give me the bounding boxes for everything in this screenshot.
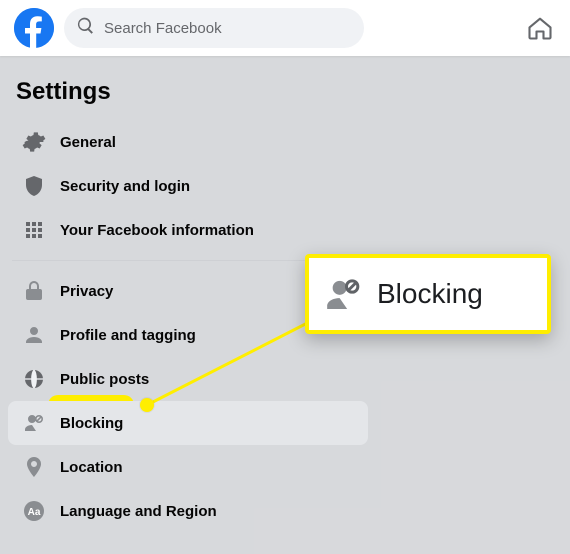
shield-icon: [16, 168, 52, 204]
facebook-logo-icon: [14, 8, 54, 48]
menu-label: Blocking: [60, 415, 123, 432]
location-pin-icon: [16, 449, 52, 485]
svg-text:Aa: Aa: [28, 507, 41, 518]
annotation-dot: [140, 398, 154, 412]
callout-label: Blocking: [377, 278, 483, 310]
language-icon: Aa: [16, 493, 52, 529]
lock-icon: [16, 273, 52, 309]
menu-label: Language and Region: [60, 503, 217, 520]
gear-icon: [16, 124, 52, 160]
menu-label: Public posts: [60, 371, 149, 388]
person-icon: [16, 317, 52, 353]
search-box[interactable]: [64, 8, 364, 48]
menu-item-general[interactable]: General: [8, 120, 368, 164]
menu-item-blocking[interactable]: Blocking: [8, 401, 368, 445]
menu-label: Your Facebook information: [60, 222, 254, 239]
menu-item-fb-info[interactable]: Your Facebook information: [8, 208, 368, 252]
callout-blocking: Blocking: [305, 254, 551, 334]
person-blocked-icon: [323, 274, 363, 314]
menu-item-public-posts[interactable]: Public posts: [8, 357, 368, 401]
search-input[interactable]: [104, 20, 352, 37]
page-title: Settings: [16, 78, 111, 106]
facebook-logo[interactable]: [14, 8, 54, 48]
window: Settings General Security and login Your…: [0, 0, 570, 554]
header-bar: [0, 0, 570, 56]
menu-label: General: [60, 134, 116, 151]
grid-icon: [16, 212, 52, 248]
menu-label: Location: [60, 459, 123, 476]
menu-item-location[interactable]: Location: [8, 445, 368, 489]
menu-label: Privacy: [60, 283, 113, 300]
menu-item-security[interactable]: Security and login: [8, 164, 368, 208]
menu-label: Security and login: [60, 178, 190, 195]
globe-icon: [16, 361, 52, 397]
search-icon: [76, 16, 96, 41]
person-blocked-icon: [16, 405, 52, 441]
menu-label: Profile and tagging: [60, 327, 196, 344]
home-icon[interactable]: [526, 14, 554, 42]
menu-item-language[interactable]: Aa Language and Region: [8, 489, 368, 533]
